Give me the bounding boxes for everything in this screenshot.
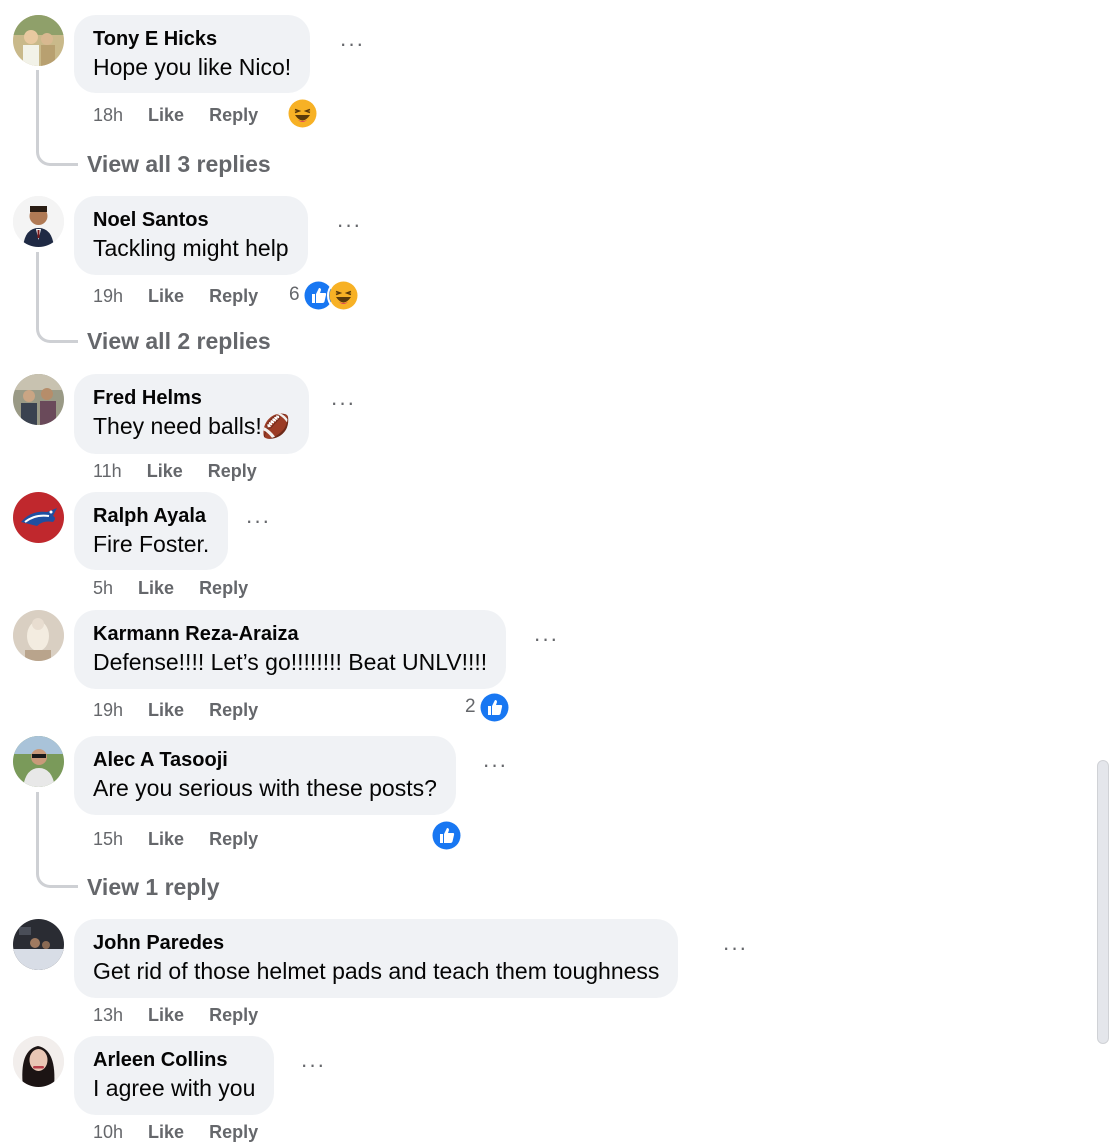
comment-actions: 19h Like Reply	[93, 699, 283, 721]
avatar[interactable]	[13, 736, 64, 787]
like-button[interactable]: Like	[148, 828, 184, 850]
comment-text: Fire Foster.	[93, 531, 210, 557]
comment-author[interactable]: Ralph Ayala	[93, 503, 209, 529]
reply-button[interactable]: Reply	[199, 577, 248, 599]
comment-actions: 15h Like Reply	[93, 828, 283, 850]
comment-bubble: Noel Santos Tackling might help	[74, 196, 308, 275]
comment-time[interactable]: 5h	[93, 577, 113, 599]
reaction-count: 2	[465, 696, 476, 717]
comment-actions: 13h Like Reply	[93, 1004, 283, 1026]
avatar[interactable]	[13, 15, 64, 66]
comment-text: Defense!!!! Let’s go!!!!!!!! Beat UNLV!!…	[93, 649, 488, 675]
reaction-count: 6	[289, 284, 300, 305]
reply-button[interactable]: Reply	[209, 828, 258, 850]
reaction-summary[interactable]: 2	[465, 690, 511, 724]
more-options-icon[interactable]: ···	[334, 214, 364, 240]
view-replies-link[interactable]: View 1 reply	[87, 872, 220, 902]
comment-author[interactable]: John Paredes	[93, 930, 659, 956]
like-button[interactable]: Like	[148, 1121, 184, 1143]
comment-text: Tackling might help	[93, 235, 289, 261]
scrollbar-thumb[interactable]	[1097, 760, 1109, 1044]
like-button[interactable]: Like	[148, 285, 184, 307]
thread-connector	[36, 252, 78, 343]
view-replies-link[interactable]: View all 3 replies	[87, 149, 271, 179]
comment-time[interactable]: 13h	[93, 1004, 123, 1026]
comment-time[interactable]: 10h	[93, 1121, 123, 1143]
reaction-summary[interactable]	[430, 818, 463, 852]
comment-author[interactable]: Noel Santos	[93, 207, 289, 233]
view-replies-link[interactable]: View all 2 replies	[87, 326, 271, 356]
reply-button[interactable]: Reply	[209, 104, 258, 126]
more-options-icon[interactable]: ···	[720, 937, 750, 963]
comment-bubble: Tony E Hicks Hope you like Nico!	[74, 15, 311, 93]
like-button[interactable]: Like	[138, 577, 174, 599]
like-button[interactable]: Like	[148, 104, 184, 126]
like-reaction-icon	[430, 818, 463, 852]
avatar[interactable]	[13, 492, 64, 543]
like-reaction-icon	[477, 690, 511, 724]
comment-author[interactable]: Alec A Tasooji	[93, 747, 437, 773]
comment-actions: 5h Like Reply	[93, 577, 273, 599]
avatar[interactable]	[13, 196, 64, 247]
haha-reaction-icon	[326, 278, 360, 312]
comment-actions: 19h Like Reply	[93, 285, 283, 307]
comment-time[interactable]: 18h	[93, 104, 123, 126]
comment-actions: 18h Like Reply	[93, 104, 283, 126]
thread-connector	[36, 792, 78, 888]
like-button[interactable]: Like	[148, 1004, 184, 1026]
avatar[interactable]	[13, 610, 64, 661]
comment-text: Are you serious with these posts?	[93, 775, 437, 801]
like-button[interactable]: Like	[148, 699, 184, 721]
avatar[interactable]	[13, 1036, 64, 1087]
comment-time[interactable]: 15h	[93, 828, 123, 850]
comment-time[interactable]: 11h	[93, 460, 122, 482]
more-options-icon[interactable]: ···	[243, 510, 273, 536]
reaction-summary[interactable]: 6	[289, 278, 360, 312]
comment-bubble: Alec A Tasooji Are you serious with thes…	[74, 736, 456, 815]
comment-author[interactable]: Arleen Collins	[93, 1047, 255, 1073]
comment-actions: 11h Like Reply	[93, 460, 282, 482]
reply-button[interactable]: Reply	[208, 460, 257, 482]
comment-bubble: Arleen Collins I agree with you	[74, 1036, 275, 1115]
comment-bubble: John Paredes Get rid of those helmet pad…	[74, 919, 679, 998]
comment-author[interactable]: Tony E Hicks	[93, 26, 291, 52]
comment-bubble: Ralph Ayala Fire Foster.	[74, 492, 229, 570]
comment-actions: 10h Like Reply	[93, 1121, 283, 1143]
comment-author[interactable]: Karmann Reza-Araiza	[93, 621, 487, 647]
comment-text: Hope you like Nico!	[93, 54, 292, 80]
thread-connector	[36, 70, 78, 166]
reply-button[interactable]: Reply	[209, 699, 258, 721]
more-options-icon[interactable]: ···	[328, 392, 358, 418]
avatar[interactable]	[13, 919, 64, 970]
comment-text: Get rid of those helmet pads and teach t…	[93, 958, 660, 984]
comment-bubble: Fred Helms They need balls!🏈	[74, 374, 310, 454]
comment-bubble: Karmann Reza-Araiza Defense!!!! Let’s go…	[74, 610, 507, 689]
haha-reaction-icon	[286, 96, 319, 130]
comment-text: They need balls!🏈	[93, 413, 291, 439]
like-button[interactable]: Like	[147, 460, 183, 482]
avatar[interactable]	[13, 374, 64, 425]
more-options-icon[interactable]: ···	[298, 1054, 328, 1080]
comment-text: I agree with you	[93, 1075, 256, 1101]
comment-author[interactable]: Fred Helms	[93, 385, 290, 411]
reply-button[interactable]: Reply	[209, 1004, 258, 1026]
more-options-icon[interactable]: ···	[531, 628, 561, 654]
more-options-icon[interactable]: ···	[480, 754, 510, 780]
reply-button[interactable]: Reply	[209, 285, 258, 307]
more-options-icon[interactable]: ···	[337, 33, 367, 59]
reaction-summary[interactable]	[286, 96, 319, 130]
comment-time[interactable]: 19h	[93, 699, 123, 721]
reply-button[interactable]: Reply	[209, 1121, 258, 1143]
comment-time[interactable]: 19h	[93, 285, 123, 307]
